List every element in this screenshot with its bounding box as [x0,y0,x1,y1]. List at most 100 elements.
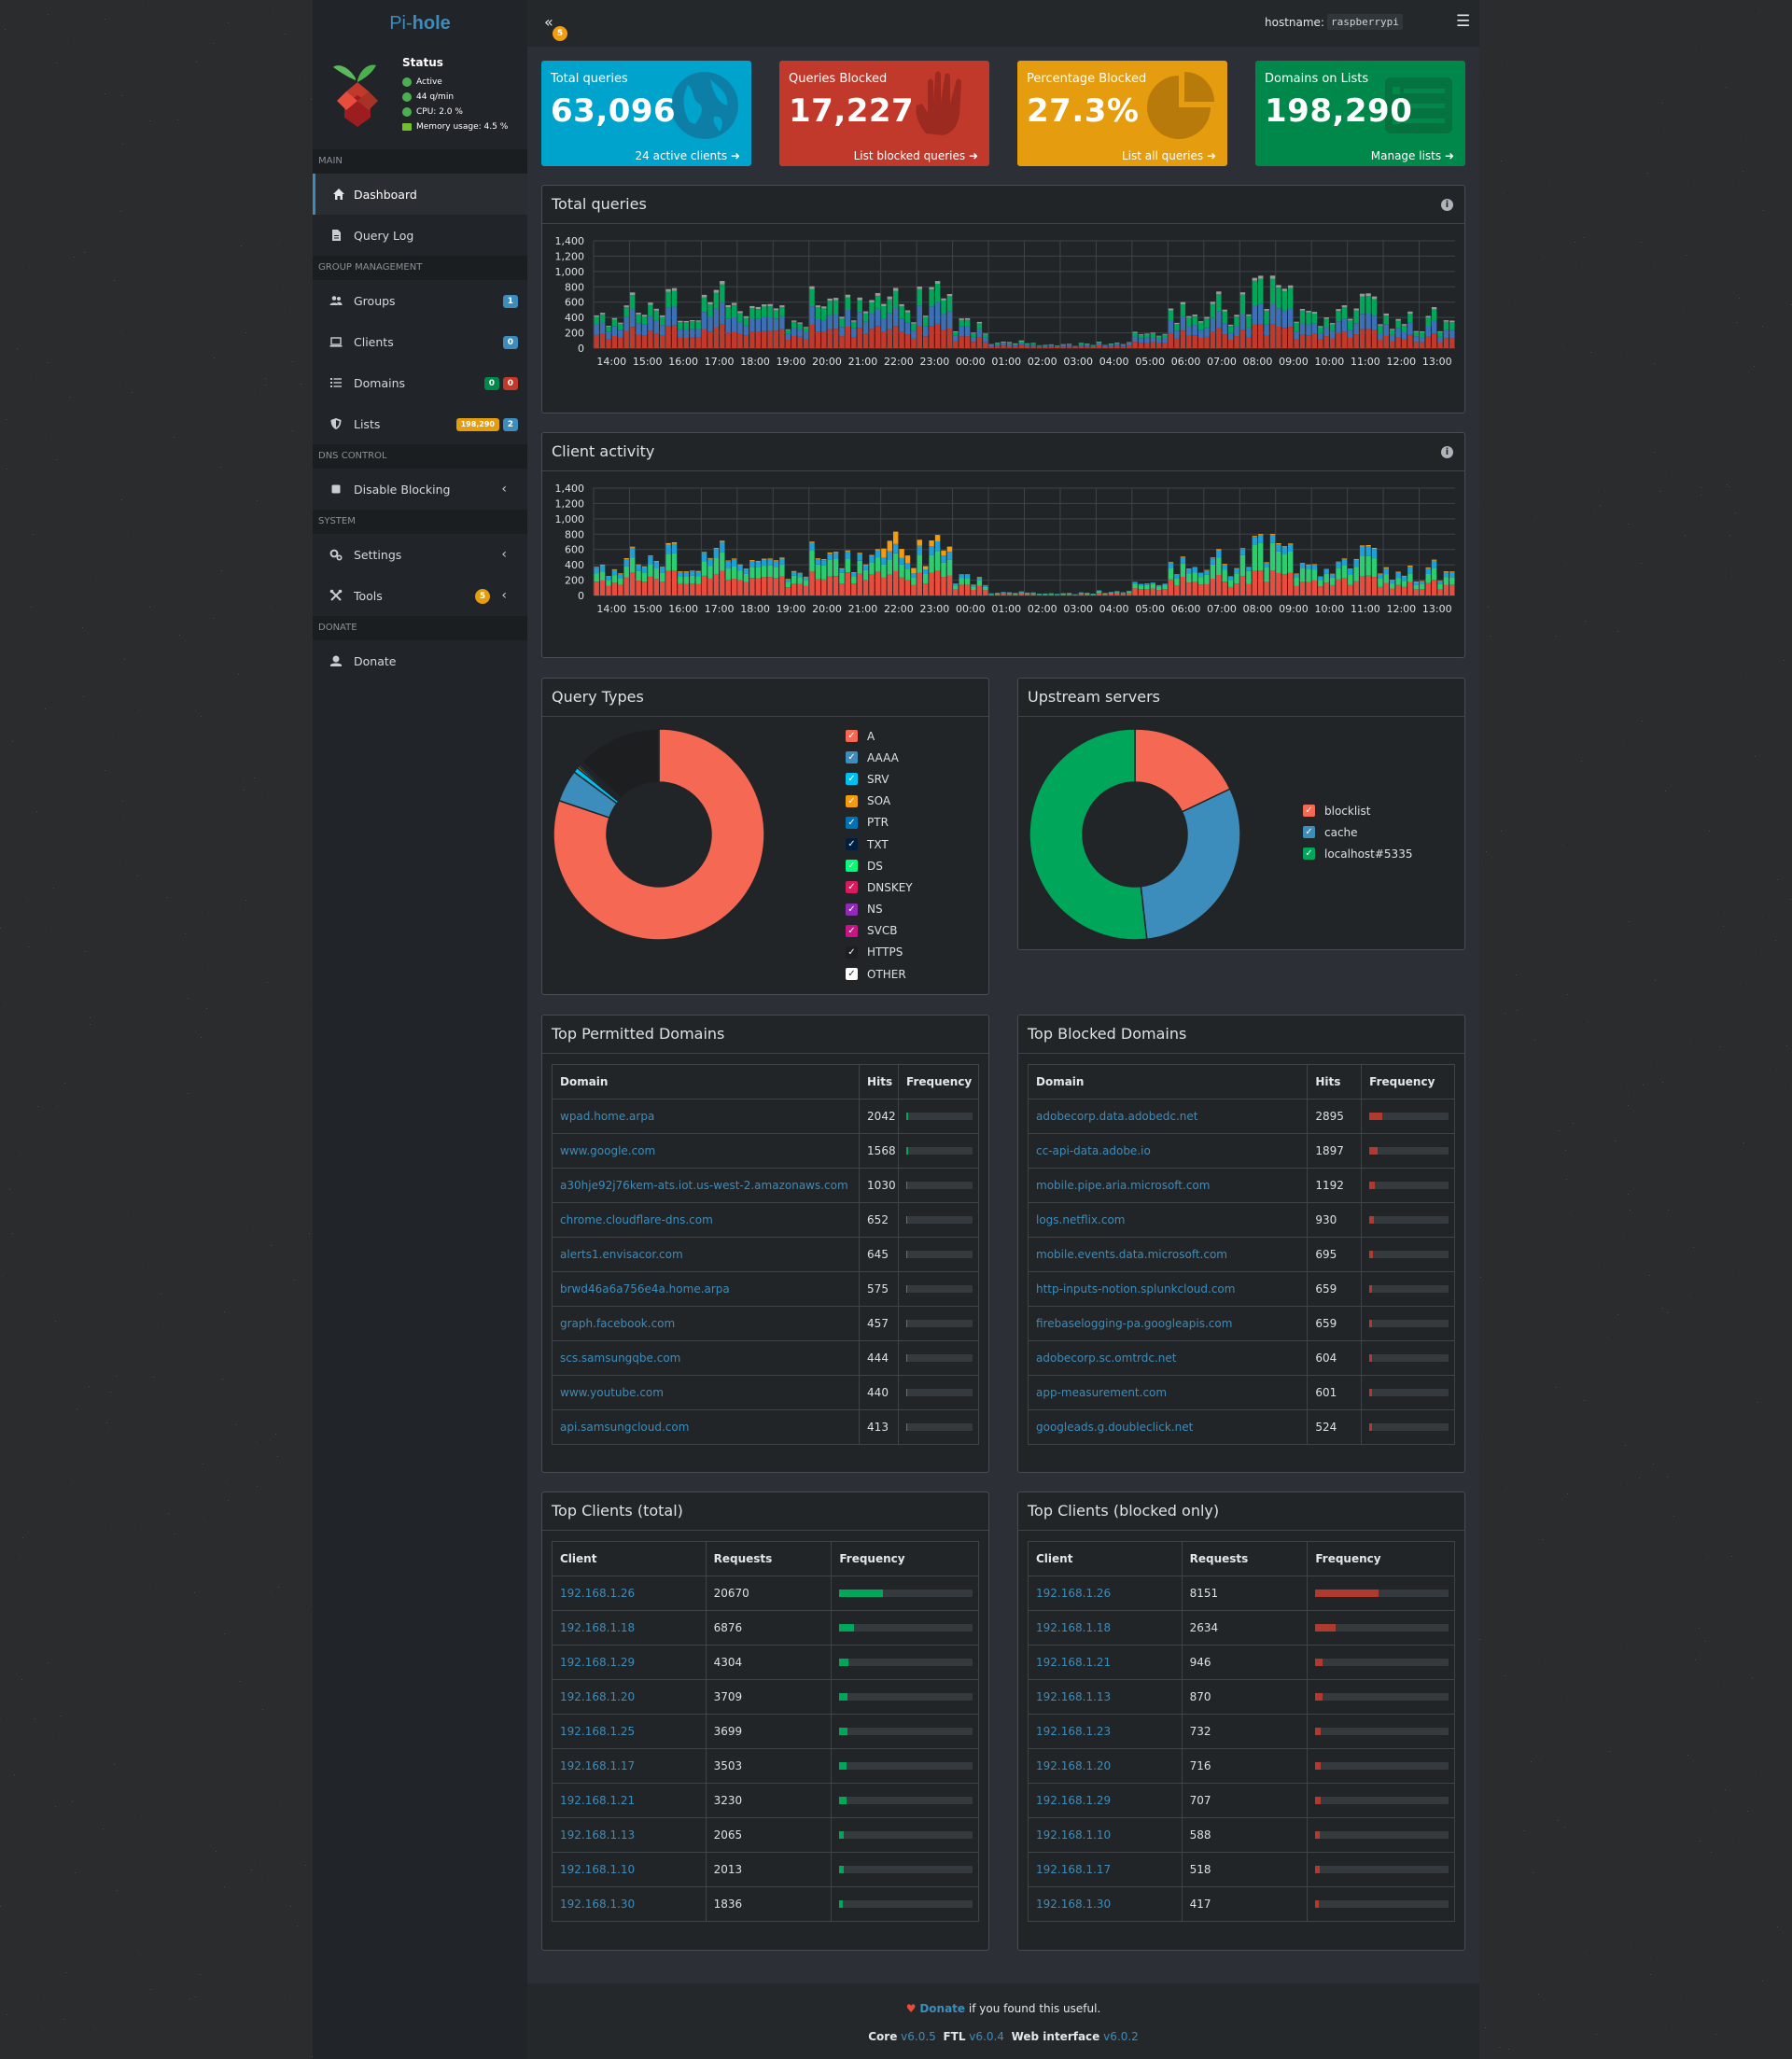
row-link[interactable]: 192.168.1.25 [560,1725,635,1738]
sidebar-item-settings[interactable]: Settings ‹ [313,534,527,575]
menu-hamburger-icon[interactable]: ☰ [1456,12,1470,31]
row-link[interactable]: 192.168.1.21 [560,1794,635,1807]
row-link[interactable]: 192.168.1.26 [1036,1587,1111,1600]
column-header[interactable]: Requests [1181,1541,1309,1576]
stat-footer-link[interactable]: Manage lists ➜ [1371,149,1454,162]
sidebar-item-tools[interactable]: Tools 5 ‹ [313,575,527,616]
row-link[interactable]: 192.168.1.10 [1036,1828,1111,1842]
row-link[interactable]: 192.168.1.17 [560,1759,635,1772]
legend-checkbox[interactable]: ✓ [1303,826,1315,839]
core-version-link[interactable]: v6.0.5 [901,2030,936,2043]
legend-item[interactable]: ✓ TXT [846,833,913,855]
sidebar-item-dashboard[interactable]: Dashboard [313,174,527,215]
row-link[interactable]: firebaselogging-pa.googleapis.com [1036,1317,1232,1330]
column-header[interactable]: Client [552,1541,707,1576]
stat-footer-link[interactable]: List all queries ➜ [1122,149,1216,162]
web-version-link[interactable]: v6.0.2 [1103,2030,1139,2043]
legend-checkbox[interactable]: ✓ [1303,805,1315,818]
legend-checkbox[interactable]: ✓ [846,968,858,981]
sidebar-item-querylog[interactable]: Query Log [313,215,527,256]
row-link[interactable]: mobile.events.data.microsoft.com [1036,1248,1227,1261]
info-icon[interactable]: i [1441,446,1453,458]
legend-checkbox[interactable]: ✓ [846,730,858,743]
row-link[interactable]: 192.168.1.29 [1036,1794,1111,1807]
row-link[interactable]: 192.168.1.30 [1036,1898,1111,1911]
row-link[interactable]: 192.168.1.10 [560,1863,635,1876]
column-header[interactable]: Domain [1027,1064,1309,1100]
row-link[interactable]: brwd46a6a756e4a.home.arpa [560,1282,730,1296]
legend-checkbox[interactable]: ✓ [846,903,858,916]
legend-item[interactable]: ✓ blocklist [1303,800,1412,821]
legend-checkbox[interactable]: ✓ [846,881,858,894]
column-header[interactable]: Frequency [1361,1064,1455,1100]
legend-checkbox[interactable]: ✓ [846,816,858,829]
row-link[interactable]: 192.168.1.18 [560,1621,635,1634]
legend-item[interactable]: ✓ SVCB [846,920,913,942]
row-link[interactable]: 192.168.1.29 [560,1656,635,1669]
row-link[interactable]: scs.samsungqbe.com [560,1352,680,1365]
sidebar-item-disable-blocking[interactable]: Disable Blocking ‹ [313,469,527,510]
row-link[interactable]: 192.168.1.18 [1036,1621,1111,1634]
legend-item[interactable]: ✓ PTR [846,812,913,833]
stat-footer-link[interactable]: List blocked queries ➜ [854,149,978,162]
legend-item[interactable]: ✓ DS [846,855,913,876]
row-link[interactable]: app-measurement.com [1036,1386,1167,1399]
row-link[interactable]: googleads.g.doubleclick.net [1036,1421,1193,1434]
sidebar-item-clients[interactable]: Clients 0 [313,321,527,362]
legend-item[interactable]: ✓ SRV [846,768,913,790]
column-header[interactable]: Requests [705,1541,833,1576]
row-link[interactable]: adobecorp.sc.omtrdc.net [1036,1352,1176,1365]
row-link[interactable]: 192.168.1.26 [560,1587,635,1600]
stat-footer-link[interactable]: 24 active clients ➜ [636,149,740,162]
sidebar-item-domains[interactable]: Domains 0 0 [313,362,527,403]
legend-item[interactable]: ✓ HTTPS [846,942,913,963]
row-link[interactable]: www.youtube.com [560,1386,664,1399]
row-link[interactable]: 192.168.1.21 [1036,1656,1111,1669]
row-link[interactable]: alerts1.envisacor.com [560,1248,683,1261]
row-link[interactable]: wpad.home.arpa [560,1110,654,1123]
legend-item[interactable]: ✓ cache [1303,821,1412,843]
legend-checkbox[interactable]: ✓ [846,773,858,786]
legend-checkbox[interactable]: ✓ [846,838,858,851]
row-link[interactable]: 192.168.1.13 [1036,1690,1111,1703]
row-link[interactable]: 192.168.1.13 [560,1828,635,1842]
column-header[interactable]: Frequency [831,1541,979,1576]
row-link[interactable]: http-inputs-notion.splunkcloud.com [1036,1282,1235,1296]
row-link[interactable]: www.google.com [560,1144,655,1157]
legend-item[interactable]: ✓ localhost#5335 [1303,843,1412,864]
row-link[interactable]: adobecorp.data.adobedc.net [1036,1110,1198,1123]
sidebar-item-lists[interactable]: Lists 198,290 2 [313,403,527,444]
info-icon[interactable]: i [1441,199,1453,211]
ftl-version-link[interactable]: v6.0.4 [969,2030,1004,2043]
row-link[interactable]: api.samsungcloud.com [560,1421,689,1434]
row-link[interactable]: 192.168.1.23 [1036,1725,1111,1738]
row-link[interactable]: 192.168.1.17 [1036,1863,1111,1876]
sidebar-item-groups[interactable]: Groups 1 [313,280,527,321]
row-link[interactable]: 192.168.1.20 [1036,1759,1111,1772]
footer-donate-link[interactable]: Donate [919,2002,965,2015]
legend-item[interactable]: ✓ A [846,725,913,747]
column-header[interactable]: Hits [859,1064,900,1100]
sidebar-collapse-icon[interactable]: « [544,13,553,31]
column-header[interactable]: Frequency [1307,1541,1455,1576]
legend-checkbox[interactable]: ✓ [846,794,858,807]
legend-item[interactable]: ✓ OTHER [846,963,913,985]
row-link[interactable]: chrome.cloudflare-dns.com [560,1213,713,1226]
legend-checkbox[interactable]: ✓ [846,751,858,764]
legend-checkbox[interactable]: ✓ [1303,847,1315,861]
row-link[interactable]: mobile.pipe.aria.microsoft.com [1036,1179,1210,1192]
legend-checkbox[interactable]: ✓ [846,860,858,873]
column-header[interactable]: Frequency [898,1064,979,1100]
row-link[interactable]: graph.facebook.com [560,1317,675,1330]
legend-item[interactable]: ✓ AAAA [846,747,913,768]
column-header[interactable]: Hits [1307,1064,1363,1100]
column-header[interactable]: Domain [551,1064,861,1100]
row-link[interactable]: logs.netflix.com [1036,1213,1126,1226]
column-header[interactable]: Client [1028,1541,1183,1576]
row-link[interactable]: 192.168.1.30 [560,1898,635,1911]
legend-checkbox[interactable]: ✓ [846,924,858,937]
legend-item[interactable]: ✓ SOA [846,791,913,812]
legend-item[interactable]: ✓ DNSKEY [846,876,913,898]
row-link[interactable]: a30hje92j76kem-ats.iot.us-west-2.amazona… [560,1179,848,1192]
brand-logo[interactable]: Pi-hole [313,0,527,47]
